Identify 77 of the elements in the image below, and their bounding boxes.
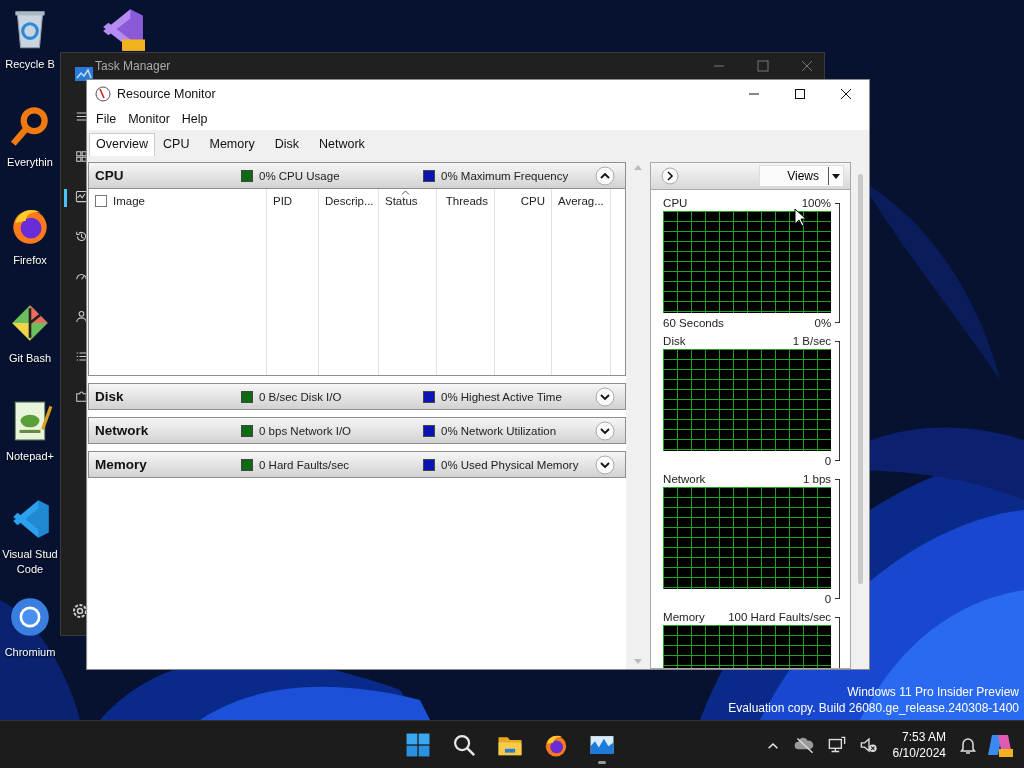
collapse-icon[interactable]	[595, 166, 616, 186]
cursor-icon	[794, 208, 806, 227]
maximize-icon[interactable]	[794, 88, 806, 100]
scale-label: 0	[824, 455, 832, 467]
stat-label: 0% CPU Usage	[259, 169, 340, 182]
scale-label: 1 B/sec	[792, 335, 832, 347]
activity-icon[interactable]	[74, 189, 89, 204]
section-header[interactable]: Disk 0 B/sec Disk I/O 0% Highest Active Time	[88, 383, 627, 410]
icon-label: Chromium	[3, 645, 57, 660]
scrollbar-thumb[interactable]	[857, 174, 863, 584]
list-icon[interactable]	[74, 349, 89, 364]
section-header[interactable]: Network 0 bps Network I/O 0% Network Utilization	[88, 417, 627, 444]
app-icon	[75, 67, 93, 81]
settings-icon[interactable]	[71, 602, 89, 620]
menu-item[interactable]: Help	[175, 112, 214, 126]
icon-label: Recycle B	[4, 57, 56, 72]
scale-label: 100 Hard Faults/sec	[728, 611, 832, 623]
icon-label: Visual Stud Code	[1, 547, 59, 577]
column-header[interactable]: Status	[385, 195, 418, 207]
dropdown-icon	[832, 173, 841, 179]
stat-label: 0 bps Network I/O	[259, 424, 352, 437]
tab[interactable]: CPU	[157, 134, 196, 156]
tab[interactable]: Overview	[89, 133, 156, 156]
icon-label: Everythin	[6, 155, 54, 170]
scale-label: 1 bps	[802, 473, 832, 485]
history-icon[interactable]	[74, 229, 89, 244]
section-title: Network	[95, 423, 150, 438]
views-button[interactable]: Views	[759, 165, 845, 187]
scale-label: 100%	[801, 197, 832, 209]
section-title: CPU	[95, 168, 125, 183]
stat-label: 0 B/sec Disk I/O	[259, 390, 342, 403]
column-header[interactable]: PID	[273, 195, 293, 207]
stat-label: 0% Maximum Frequency	[441, 169, 569, 182]
column-header[interactable]: CPU	[520, 195, 545, 207]
graph-title: Network	[663, 473, 706, 485]
tab[interactable]: Memory	[203, 134, 261, 156]
graph-title: CPU	[663, 197, 688, 209]
stat-label: 0% Used Physical Memory	[441, 458, 579, 471]
menu-item[interactable]: Monitor	[122, 112, 176, 126]
expand-pane-icon[interactable]	[661, 167, 680, 185]
expand-icon[interactable]	[595, 421, 616, 441]
clock-date[interactable]: 6/10/2024	[892, 744, 946, 761]
menu-item[interactable]: File	[90, 112, 123, 126]
section-header[interactable]: CPU 0% CPU Usage 0% Maximum Frequency	[88, 162, 627, 189]
watermark-text: Windows 11 Pro Insider Preview	[846, 684, 1019, 700]
section-header[interactable]: Memory 0 Hard Faults/sec 0% Used Physical Memory	[88, 451, 627, 478]
menu-icon[interactable]	[74, 109, 89, 124]
tab[interactable]: Disk	[268, 134, 305, 156]
tab[interactable]: Network	[312, 134, 371, 156]
checkbox[interactable]	[95, 195, 107, 207]
stat-label: 0% Network Utilization	[441, 424, 557, 437]
expand-icon[interactable]	[595, 387, 616, 407]
column-header[interactable]: Averag...	[558, 195, 604, 207]
stat-label: 0% Highest Active Time	[441, 390, 562, 403]
column-header[interactable]: Threads	[445, 195, 488, 207]
column-header[interactable]: Image	[113, 195, 145, 207]
user-icon[interactable]	[74, 309, 89, 324]
stat-label: 0 Hard Faults/sec	[259, 458, 350, 471]
section-title: Memory	[95, 457, 148, 472]
close-icon[interactable]	[840, 88, 852, 100]
grid-icon[interactable]	[74, 149, 89, 164]
time-span-label: 60 Seconds	[663, 317, 724, 329]
graph-title: Disk	[663, 335, 686, 347]
scale-label: 0	[824, 593, 832, 605]
window-title: Resource Monitor	[117, 87, 216, 101]
icon-label: Firefox	[12, 253, 48, 268]
window-title: Task Manager	[95, 59, 171, 73]
icon-label: Notepad+	[5, 449, 55, 464]
watermark-text: Evaluation copy. Build 26080.ge_release.240308-1400	[728, 700, 1019, 716]
scale-label: 0%	[814, 317, 832, 329]
clock-time[interactable]: 7:53 AM	[901, 728, 946, 745]
section-title: Disk	[95, 389, 125, 404]
column-header[interactable]: Descrip...	[325, 195, 374, 207]
icon-label: Git Bash	[7, 351, 53, 366]
graph-title: Memory	[663, 611, 705, 623]
gauge-icon	[95, 86, 111, 102]
expand-icon[interactable]	[595, 455, 616, 475]
